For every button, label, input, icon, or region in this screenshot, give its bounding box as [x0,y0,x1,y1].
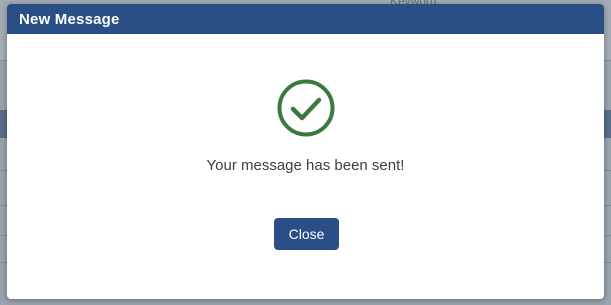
dialog-body: Your message has been sent! Close [7,34,604,299]
dialog-header: New Message [7,4,604,34]
dialog-title: New Message [19,10,120,28]
new-message-dialog: New Message Your message has been sent! … [7,4,604,299]
check-circle-icon [277,79,335,137]
success-message: Your message has been sent! [206,157,405,174]
close-button[interactable]: Close [274,218,339,250]
